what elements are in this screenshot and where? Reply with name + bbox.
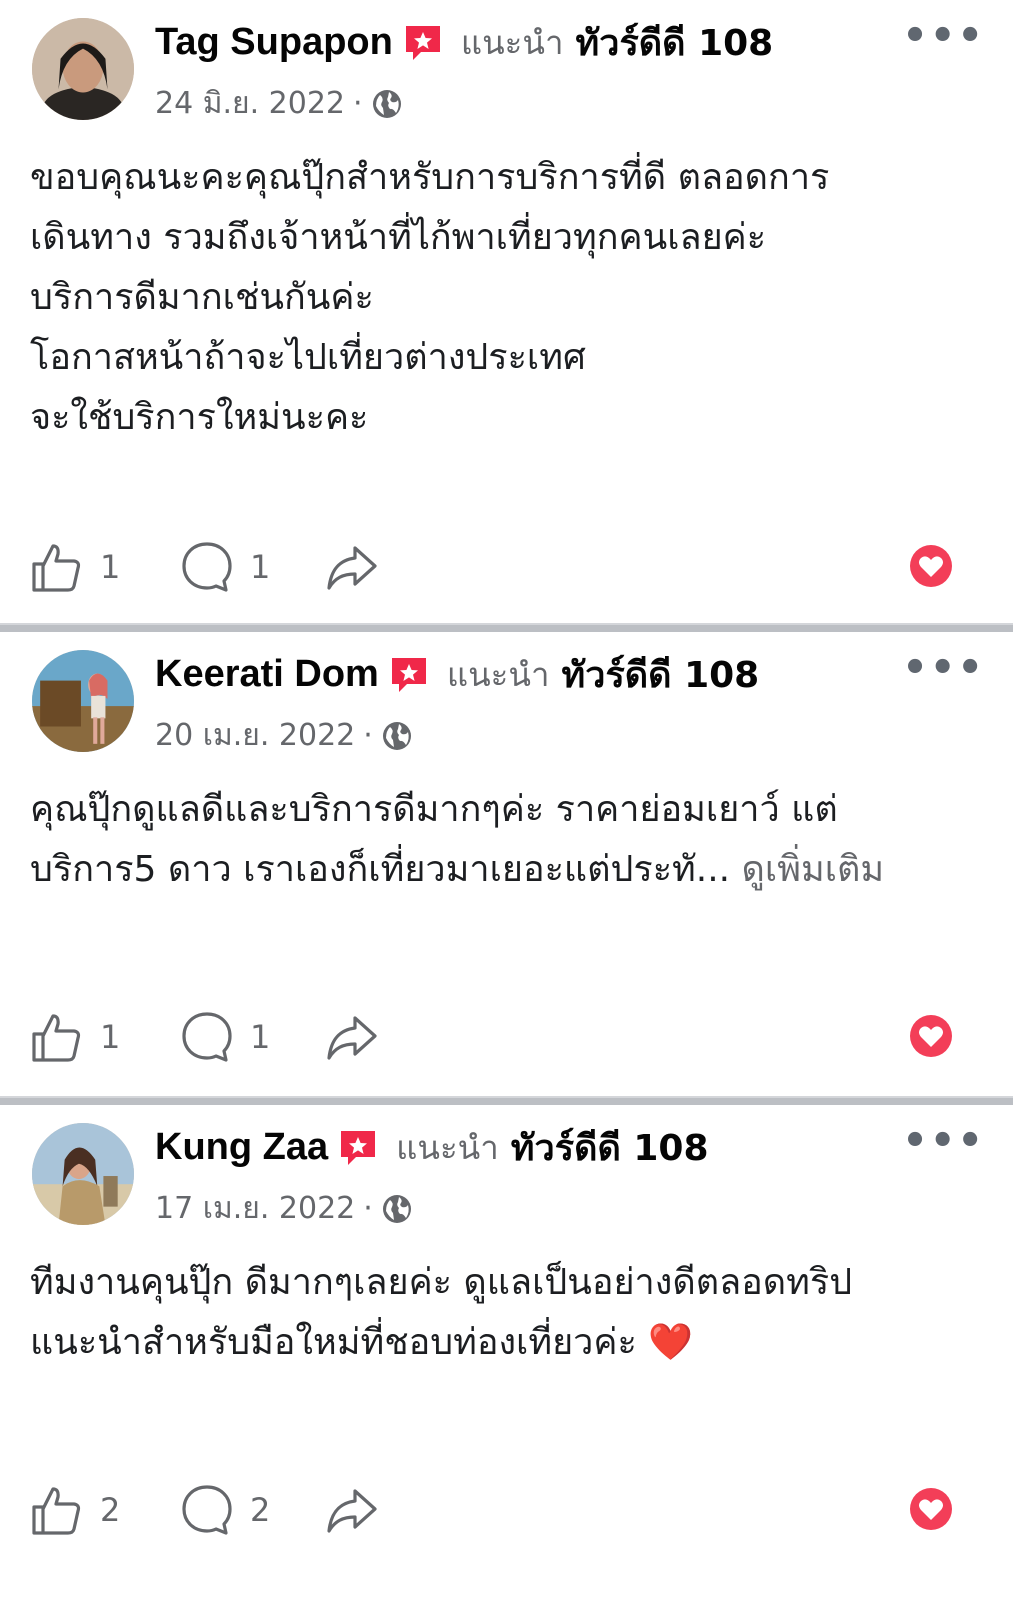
meta-separator: · [363, 718, 373, 753]
comment-button[interactable]: 1 [180, 1010, 270, 1064]
review-header: Tag Supapon แนะนำ ทัวร์ดีดี 108 [155, 14, 773, 71]
more-icon[interactable]: ••• [902, 648, 985, 688]
recommend-badge-icon [341, 1130, 376, 1165]
comment-button[interactable]: 1 [180, 540, 270, 594]
globe-icon [382, 1194, 411, 1223]
review-card: Tag Supapon แนะนำ ทัวร์ดีดี 108 ••• 24 ม… [0, 0, 1013, 623]
review-text: ขอบคุณนะคะคุณปุ๊กสำหรับการบริการที่ดี ตล… [30, 148, 973, 448]
review-text-content: ขอบคุณนะคะคุณปุ๊กสำหรับการบริการที่ดี ตล… [30, 157, 830, 438]
review-date[interactable]: 17 เม.ย. 2022 [155, 1185, 355, 1232]
divider [0, 1096, 1013, 1105]
recommend-badge-icon [391, 657, 426, 692]
love-reaction-icon [910, 545, 952, 587]
like-button[interactable]: 1 [30, 1010, 120, 1064]
review-card: Keerati Dom แนะนำ ทัวร์ดีดี 108 ••• 20 เ… [0, 632, 1013, 1096]
like-button[interactable]: 1 [30, 540, 120, 594]
review-text: คุณปุ๊กดูแลดีและบริการดีมากๆค่ะ ราคาย่อม… [30, 780, 973, 900]
meta-separator: · [363, 1191, 373, 1226]
action-bar: 1 1 [30, 540, 983, 600]
share-button[interactable] [325, 1010, 379, 1064]
avatar[interactable] [32, 650, 134, 752]
recommend-label: แนะนำ [396, 1128, 499, 1167]
more-icon[interactable]: ••• [902, 16, 985, 56]
comment-icon [182, 542, 232, 592]
like-button[interactable]: 2 [30, 1483, 120, 1537]
review-text-content: ทีมงานคุนปุ๊ก ดีมากๆเลยค่ะ ดูแลเป็นอย่าง… [30, 1262, 853, 1363]
action-bar: 1 1 [30, 1010, 983, 1070]
comment-button[interactable]: 2 [180, 1483, 270, 1537]
comment-count: 2 [250, 1491, 271, 1529]
like-icon [32, 1014, 81, 1062]
page-name[interactable]: ทัวร์ดีดี 108 [562, 646, 760, 703]
globe-icon [382, 721, 411, 750]
review-header: Kung Zaa แนะนำ ทัวร์ดีดี 108 [155, 1119, 709, 1176]
reviewer-name[interactable]: Kung Zaa [155, 1126, 328, 1169]
more-icon[interactable]: ••• [902, 1121, 985, 1161]
comment-count: 1 [250, 1018, 271, 1056]
review-date[interactable]: 20 เม.ย. 2022 [155, 712, 355, 759]
share-icon [327, 546, 377, 590]
see-more-link[interactable]: ดูเพิ่มเติม [742, 849, 885, 890]
review-meta: 20 เม.ย. 2022 · [155, 712, 413, 759]
like-icon [32, 1487, 81, 1535]
review-card: Kung Zaa แนะนำ ทัวร์ดีดี 108 ••• 17 เม.ย… [0, 1105, 1013, 1617]
review-text-content: คุณปุ๊กดูแลดีและบริการดีมากๆค่ะ ราคาย่อม… [30, 789, 838, 890]
like-count: 2 [100, 1491, 121, 1529]
reviewer-name[interactable]: Keerati Dom [155, 653, 379, 696]
review-meta: 17 เม.ย. 2022 · [155, 1185, 413, 1232]
avatar[interactable] [32, 18, 134, 120]
page-name[interactable]: ทัวร์ดีดี 108 [576, 14, 774, 71]
meta-separator: · [353, 86, 363, 121]
like-count: 1 [100, 548, 121, 586]
review-meta: 24 มิ.ย. 2022 · [155, 80, 403, 127]
share-icon [327, 1489, 377, 1533]
page-name[interactable]: ทัวร์ดีดี 108 [511, 1119, 709, 1176]
comment-icon [182, 1485, 232, 1535]
review-header: Keerati Dom แนะนำ ทัวร์ดีดี 108 [155, 646, 759, 703]
share-button[interactable] [325, 540, 379, 594]
like-count: 1 [100, 1018, 121, 1056]
love-reaction-icon [910, 1015, 952, 1057]
comment-count: 1 [250, 548, 271, 586]
comment-icon [182, 1012, 232, 1062]
like-icon [32, 544, 81, 592]
action-bar: 2 2 [30, 1483, 983, 1543]
reviewer-name[interactable]: Tag Supapon [155, 21, 393, 64]
recommend-label: แนะนำ [446, 655, 550, 694]
share-icon [327, 1016, 377, 1060]
globe-icon [372, 89, 401, 118]
share-button[interactable] [325, 1483, 379, 1537]
recommend-label: แนะนำ [460, 23, 564, 62]
review-date[interactable]: 24 มิ.ย. 2022 [155, 80, 345, 127]
review-text: ทีมงานคุนปุ๊ก ดีมากๆเลยค่ะ ดูแลเป็นอย่าง… [30, 1253, 973, 1373]
divider [0, 623, 1013, 632]
avatar[interactable] [32, 1123, 134, 1225]
recommend-badge-icon [405, 25, 440, 60]
love-reaction-icon [910, 1488, 952, 1530]
